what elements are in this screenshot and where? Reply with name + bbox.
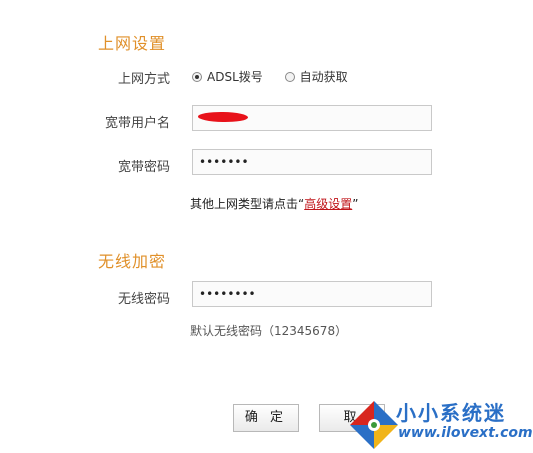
advanced-settings-link[interactable]: 高级设置: [304, 197, 352, 211]
connection-mode-label: 上网方式: [117, 72, 170, 87]
broadband-password-input[interactable]: •••••••: [192, 149, 432, 175]
connection-mode-group: ADSL拨号 自动获取: [192, 68, 366, 85]
broadband-password-label: 宽带密码: [117, 160, 170, 175]
radio-auto[interactable]: 自动获取: [284, 68, 348, 85]
confirm-button[interactable]: 确 定: [233, 404, 299, 432]
internet-settings-title: 上网设置: [98, 34, 167, 53]
hint-prefix: 其他上网类型请点击“: [190, 197, 305, 211]
wireless-encryption-title: 无线加密: [98, 252, 167, 271]
watermark-logo-icon: [350, 401, 398, 449]
radio-adsl-label: ADSL拨号: [207, 70, 263, 84]
watermark-url: www.ilovext.com: [398, 425, 533, 441]
username-label: 宽带用户名: [104, 116, 170, 131]
radio-auto-label: 自动获取: [299, 70, 348, 84]
site-watermark: 小小系统迷 www.ilovext.com: [348, 397, 533, 453]
wireless-password-input[interactable]: ••••••••: [192, 281, 432, 307]
radio-unchecked-icon: [284, 71, 295, 82]
wireless-password-label: 无线密码: [117, 292, 170, 307]
hint-suffix: ”: [352, 197, 359, 211]
radio-checked-icon: [192, 71, 202, 82]
radio-adsl[interactable]: ADSL拨号: [192, 68, 263, 85]
default-wireless-password-note: 默认无线密码（12345678）: [190, 324, 348, 338]
watermark-text: 小小系统迷: [396, 401, 506, 425]
advanced-hint: 其他上网类型请点击“高级设置”: [190, 195, 358, 212]
